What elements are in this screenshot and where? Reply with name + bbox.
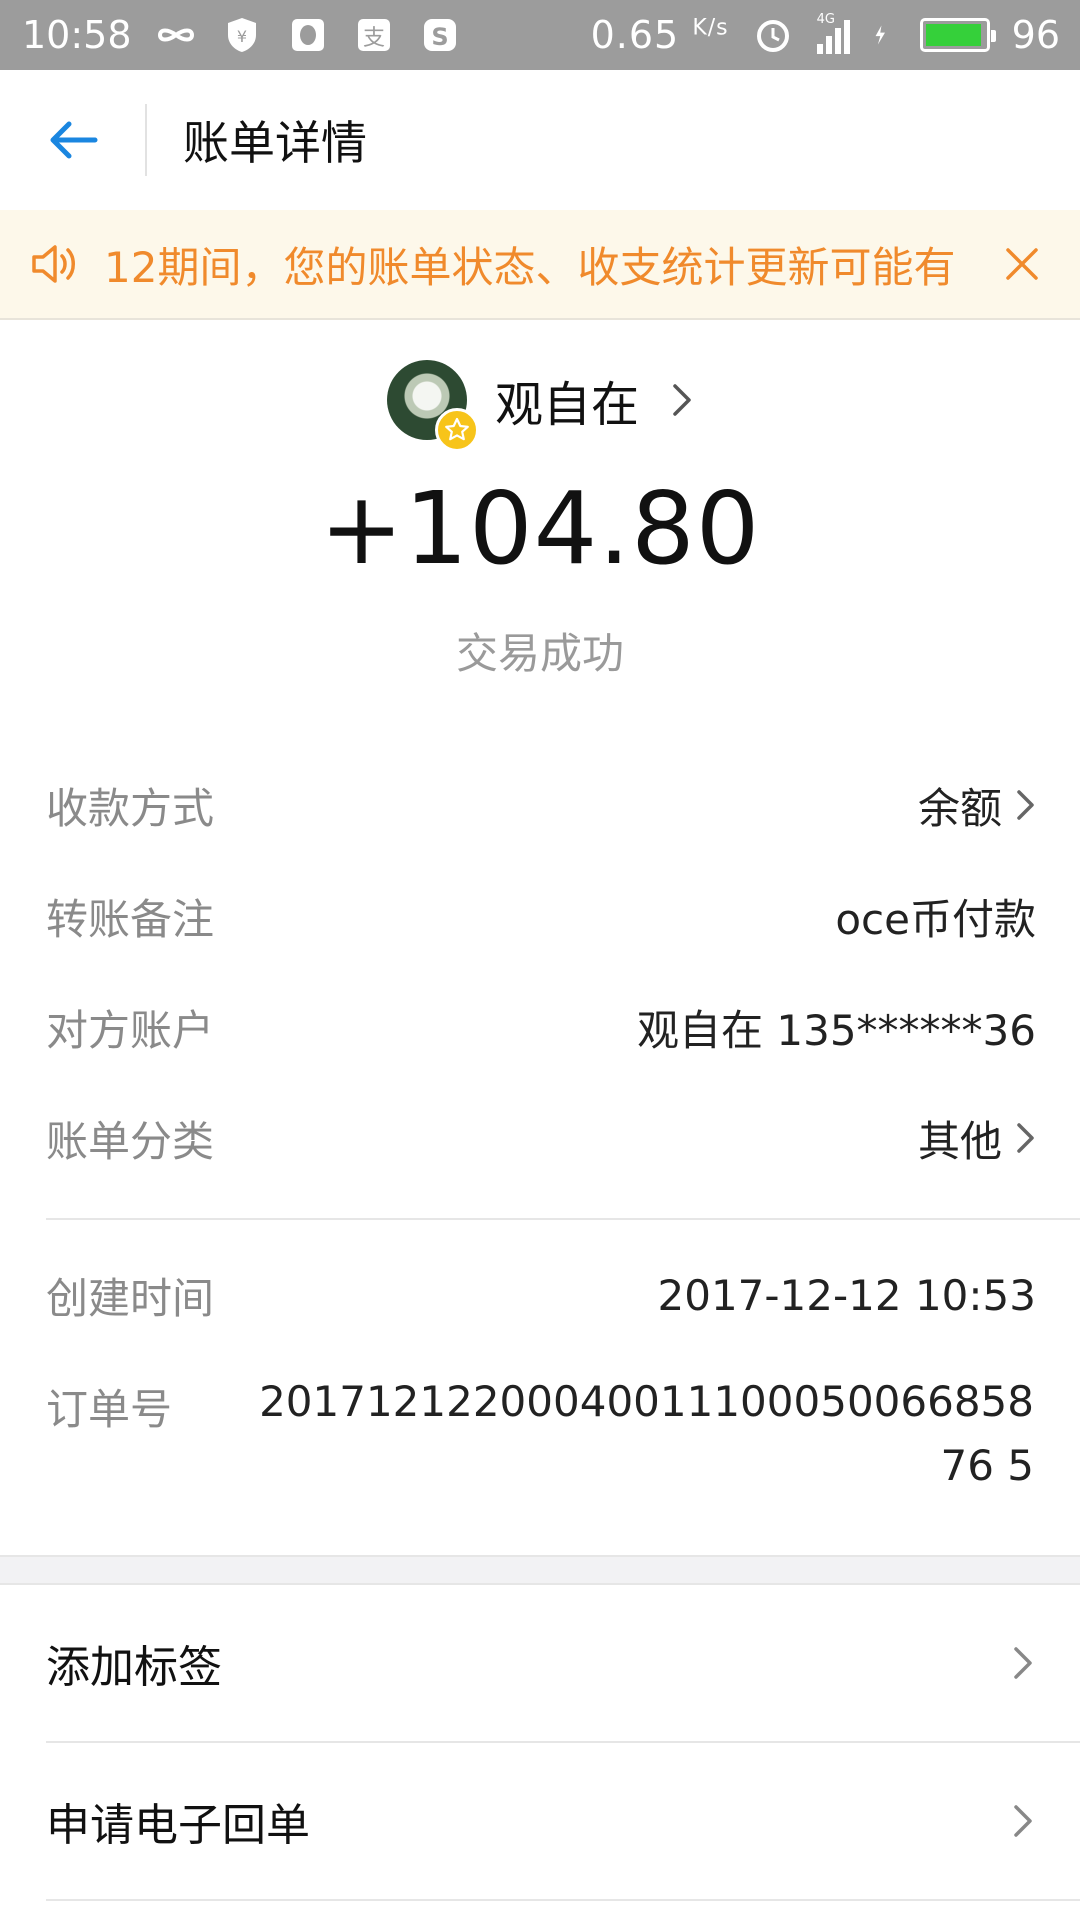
arrow-left-icon [50, 121, 97, 159]
chevron-right-icon [1014, 1805, 1032, 1837]
action-label: 添加标签 [46, 1642, 222, 1693]
svg-text:支: 支 [363, 26, 385, 51]
svg-text:S: S [431, 23, 448, 51]
chevron-right-icon [673, 384, 691, 416]
transaction-summary: 观自在 +104.80 交易成功 [0, 320, 1080, 700]
row-value: 其他 [918, 1108, 1036, 1169]
detail-row-category[interactable]: 账单分类 其他 [46, 1108, 1036, 1168]
star-badge-icon [434, 408, 479, 452]
row-label: 转账备注 [46, 894, 215, 944]
notice-text: 12期间，您的账单状态、收支统计更新可能有 [104, 242, 956, 292]
svg-text:¥: ¥ [236, 27, 246, 46]
detail-row-created-time: 创建时间 2017-12-12 10:53 [46, 1265, 1036, 1325]
row-label: 收款方式 [46, 783, 215, 833]
speaker-icon [4, 242, 104, 286]
battery-icon [919, 18, 996, 52]
alarm-icon [756, 20, 789, 52]
transaction-status: 交易成功 [455, 629, 624, 678]
chevron-right-icon [1017, 1123, 1034, 1153]
infinity-icon [157, 28, 194, 42]
row-label: 创建时间 [46, 1273, 215, 1323]
section-separator [0, 1555, 1080, 1585]
s-app-icon: S [423, 19, 456, 51]
row-value: oce币付款 [835, 894, 1036, 944]
status-time: 10:58 [22, 13, 132, 57]
payee-name: 观自在 [494, 377, 639, 433]
request-receipt-button[interactable]: 申请电子回单 [0, 1743, 1080, 1899]
close-icon[interactable] [964, 246, 1080, 282]
back-button[interactable] [0, 70, 145, 210]
divider [46, 1899, 1080, 1901]
chevron-right-icon [1014, 1647, 1032, 1679]
divider [46, 1218, 1080, 1220]
app-header: 账单详情 [0, 70, 1080, 210]
signal-icon: 4G [816, 12, 850, 54]
chevron-right-icon [1017, 790, 1034, 820]
avatar [386, 360, 479, 452]
qq-icon [291, 19, 324, 51]
notice-bar: 12期间，您的账单状态、收支统计更新可能有 [0, 210, 1080, 320]
row-value: 余额 [918, 775, 1036, 836]
page-title: 账单详情 [183, 116, 367, 170]
action-label: 申请电子回单 [46, 1800, 310, 1851]
transaction-amount: +104.80 [319, 470, 761, 587]
detail-row-counterparty: 对方账户 观自在 135******36 [46, 997, 1036, 1057]
add-tag-button[interactable]: 添加标签 [0, 1585, 1080, 1741]
charging-icon [875, 25, 885, 45]
detail-row-remark: 转账备注 oce币付款 [46, 886, 1036, 946]
shield-icon: ¥ [227, 18, 256, 52]
row-value: 观自在 135******36 [637, 1005, 1036, 1055]
payee-link[interactable]: 观自在 [0, 360, 1080, 452]
order-number: 2017121220004001110005006685876 5 [259, 1377, 1034, 1490]
battery-level: 96 [1011, 13, 1060, 57]
row-label: 账单分类 [46, 1116, 215, 1166]
row-value: 2017-12-12 10:53 [657, 1270, 1036, 1320]
network-speed: 0.65 K/s [590, 13, 729, 57]
status-bar: 10:58 ¥ 支 S 0.65 K/s 4G 96 [0, 0, 1080, 70]
row-label: 订单号 [46, 1384, 173, 1434]
detail-row-payment-method[interactable]: 收款方式 余额 [46, 775, 1036, 835]
header-divider [145, 104, 147, 176]
alipay-icon: 支 [357, 19, 390, 51]
row-label: 对方账户 [46, 1005, 215, 1055]
